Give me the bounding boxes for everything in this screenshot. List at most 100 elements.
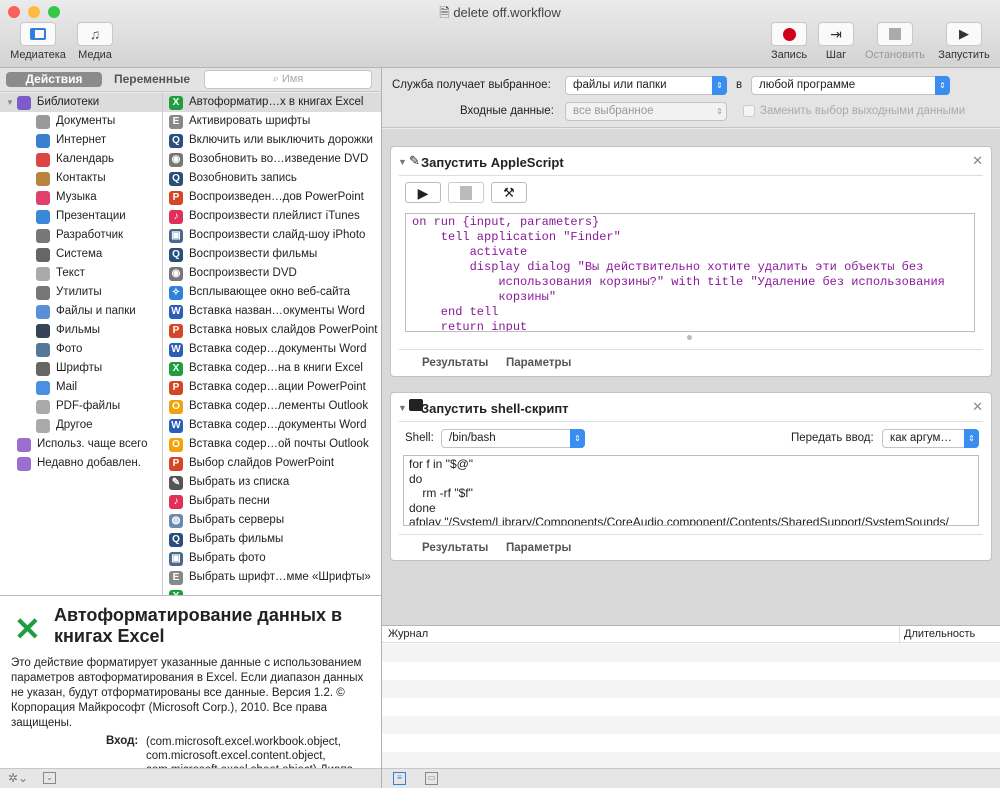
library-item[interactable]: Интернет [0, 131, 162, 150]
category-icon [36, 209, 50, 224]
applescript-editor[interactable]: on run {input, parameters} tell applicat… [405, 213, 975, 332]
media-button[interactable]: ♫ Медиа [72, 22, 118, 61]
options-button[interactable]: Параметры [506, 542, 571, 554]
library-item[interactable]: Утилиты [0, 283, 162, 302]
tab-actions[interactable]: Действия [6, 72, 102, 87]
step-button[interactable]: ⇥ Шаг [816, 22, 856, 61]
action-item[interactable]: P Вставка содер…ации PowerPoint [163, 378, 381, 397]
action-item[interactable]: E Выбрать шрифт…мме «Шрифты» [163, 568, 381, 587]
category-icon [16, 95, 31, 110]
action-item[interactable]: ▣ Выбрать фото [163, 549, 381, 568]
action-item[interactable]: W Вставка содер…документы Word [163, 416, 381, 435]
column-header-duration[interactable]: Длительность [904, 628, 975, 640]
library-item[interactable]: Контакты [0, 169, 162, 188]
input-label: Вход: [106, 735, 139, 747]
action-item[interactable]: P Выбор слайдов PowerPoint [163, 454, 381, 473]
category-icon [36, 266, 50, 281]
disclosure-triangle-icon[interactable]: ▼ [398, 157, 407, 167]
input-select[interactable]: все выбранное ⇕ [565, 102, 727, 121]
script-icon: ✎ [169, 475, 183, 490]
results-button[interactable]: Результаты [422, 357, 488, 369]
action-item[interactable]: ✧ Всплывающее окно веб-сайта [163, 283, 381, 302]
options-button[interactable]: Параметры [506, 357, 571, 369]
library-item[interactable]: Недавно добавлен. [0, 454, 162, 473]
gear-icon[interactable]: ✲⌄ [8, 771, 28, 785]
toggle-description-icon[interactable]: ⌄ [43, 772, 56, 784]
action-item[interactable]: Q Выбрать фильмы [163, 530, 381, 549]
action-item[interactable]: ◉ Возобновить во…изведение DVD [163, 150, 381, 169]
library-item-label: Текст [56, 267, 85, 279]
action-item[interactable]: ◉ Воспроизвести DVD [163, 264, 381, 283]
library-button[interactable]: Медиатека [6, 22, 70, 61]
pass-input-select[interactable]: как аргум… ⇕ [882, 429, 979, 448]
stop-script-button[interactable] [448, 182, 484, 203]
replace-checkbox[interactable] [743, 105, 755, 117]
library-item[interactable]: Фильмы [0, 321, 162, 340]
library-item[interactable]: Фото [0, 340, 162, 359]
library-item[interactable]: Использ. чаще всего [0, 435, 162, 454]
action-item[interactable]: ♪ Воспроизвести плейлист iTunes [163, 207, 381, 226]
disclosure-triangle-icon[interactable]: ▼ [6, 93, 14, 112]
library-item[interactable]: PDF-файлы [0, 397, 162, 416]
action-item[interactable]: P Вставка новых слайдов PowerPoint [163, 321, 381, 340]
library-item[interactable]: Календарь [0, 150, 162, 169]
library-item[interactable]: Файлы и папки [0, 302, 162, 321]
action-item[interactable]: ▣ Воспроизвести слайд-шоу iPhoto [163, 226, 381, 245]
column-header-log[interactable]: Журнал [388, 628, 428, 640]
action-item[interactable]: O Вставка содер…ой почты Outlook [163, 435, 381, 454]
library-item[interactable]: Mail [0, 378, 162, 397]
resize-handle[interactable] [687, 335, 692, 340]
action-item[interactable]: O Вставка содер…лементы Outlook [163, 397, 381, 416]
itunes-icon: ♪ [169, 494, 183, 509]
action-item[interactable]: X Вставка содер…на в книги Excel [163, 359, 381, 378]
tab-variables[interactable]: Переменные [106, 72, 198, 87]
search-input[interactable]: ⌕ Имя [204, 70, 372, 89]
action-item[interactable]: X Автоформатир…х в книгах Excel [163, 93, 381, 112]
powerpoint-icon: P [169, 323, 183, 338]
run-button[interactable]: ▶ Запустить [932, 22, 996, 61]
library-item-label: Mail [56, 381, 78, 393]
action-item[interactable]: P Воспроизведен…дов PowerPoint [163, 188, 381, 207]
close-icon[interactable]: ✕ [972, 153, 983, 169]
library-item[interactable]: Презентации [0, 207, 162, 226]
action-item[interactable]: Q Возобновить запись [163, 169, 381, 188]
library-item[interactable]: ▼ Библиотеки [0, 93, 162, 112]
library-item[interactable]: Музыка [0, 188, 162, 207]
stop-button[interactable]: Остановить [860, 22, 930, 61]
library-item[interactable]: Система [0, 245, 162, 264]
action-item[interactable]: ♪ Выбрать песни [163, 492, 381, 511]
library-item[interactable]: Другое [0, 416, 162, 435]
action-item[interactable]: Q Воспроизвести фильмы [163, 245, 381, 264]
close-icon[interactable]: ✕ [972, 399, 983, 415]
action-item[interactable]: W Вставка содер…документы Word [163, 340, 381, 359]
run-script-button[interactable]: ▶ [405, 182, 441, 203]
action-item[interactable]: ◍ Выбрать серверы [163, 511, 381, 530]
action-item[interactable]: E Активировать шрифты [163, 112, 381, 131]
compile-button[interactable]: ⚒ [491, 182, 527, 203]
list-view-icon[interactable]: ≡ [393, 772, 406, 785]
applescript-action: ▼ ✎ Запустить AppleScript ✕ ▶ ⚒ on run {… [390, 146, 992, 377]
toolbar: 🗎 delete off.workflow Медиатека ♫ Медиа З… [0, 0, 1000, 68]
receives-select[interactable]: файлы или папки ⇕ [565, 76, 727, 95]
disclosure-triangle-icon[interactable]: ▼ [398, 403, 407, 413]
action-item[interactable]: X [163, 587, 381, 595]
record-icon [771, 22, 807, 46]
application-select[interactable]: любой программе ⇕ [751, 76, 950, 95]
action-item[interactable]: W Вставка назван…окументы Word [163, 302, 381, 321]
split-view-icon[interactable]: ▭ [425, 772, 438, 785]
library-item-label: Презентации [56, 210, 126, 222]
action-item-label: Активировать шрифты [189, 115, 311, 127]
action-item[interactable]: ✎ Выбрать из списка [163, 473, 381, 492]
shell-select[interactable]: /bin/bash ⇕ [441, 429, 585, 448]
right-bottom-bar: ≡ ▭ [382, 768, 1000, 788]
results-button[interactable]: Результаты [422, 542, 488, 554]
action-item[interactable]: Q Включить или выключить дорожки [163, 131, 381, 150]
library-item[interactable]: Документы [0, 112, 162, 131]
category-icon [17, 437, 31, 452]
library-item[interactable]: Разработчик [0, 226, 162, 245]
library-item[interactable]: Текст [0, 264, 162, 283]
shell-editor[interactable]: for f in "$@" do rm -rf "$f" done afplay… [403, 455, 979, 526]
search-icon: ⌕ [272, 73, 282, 85]
record-button[interactable]: Запись [766, 22, 812, 61]
library-item[interactable]: Шрифты [0, 359, 162, 378]
